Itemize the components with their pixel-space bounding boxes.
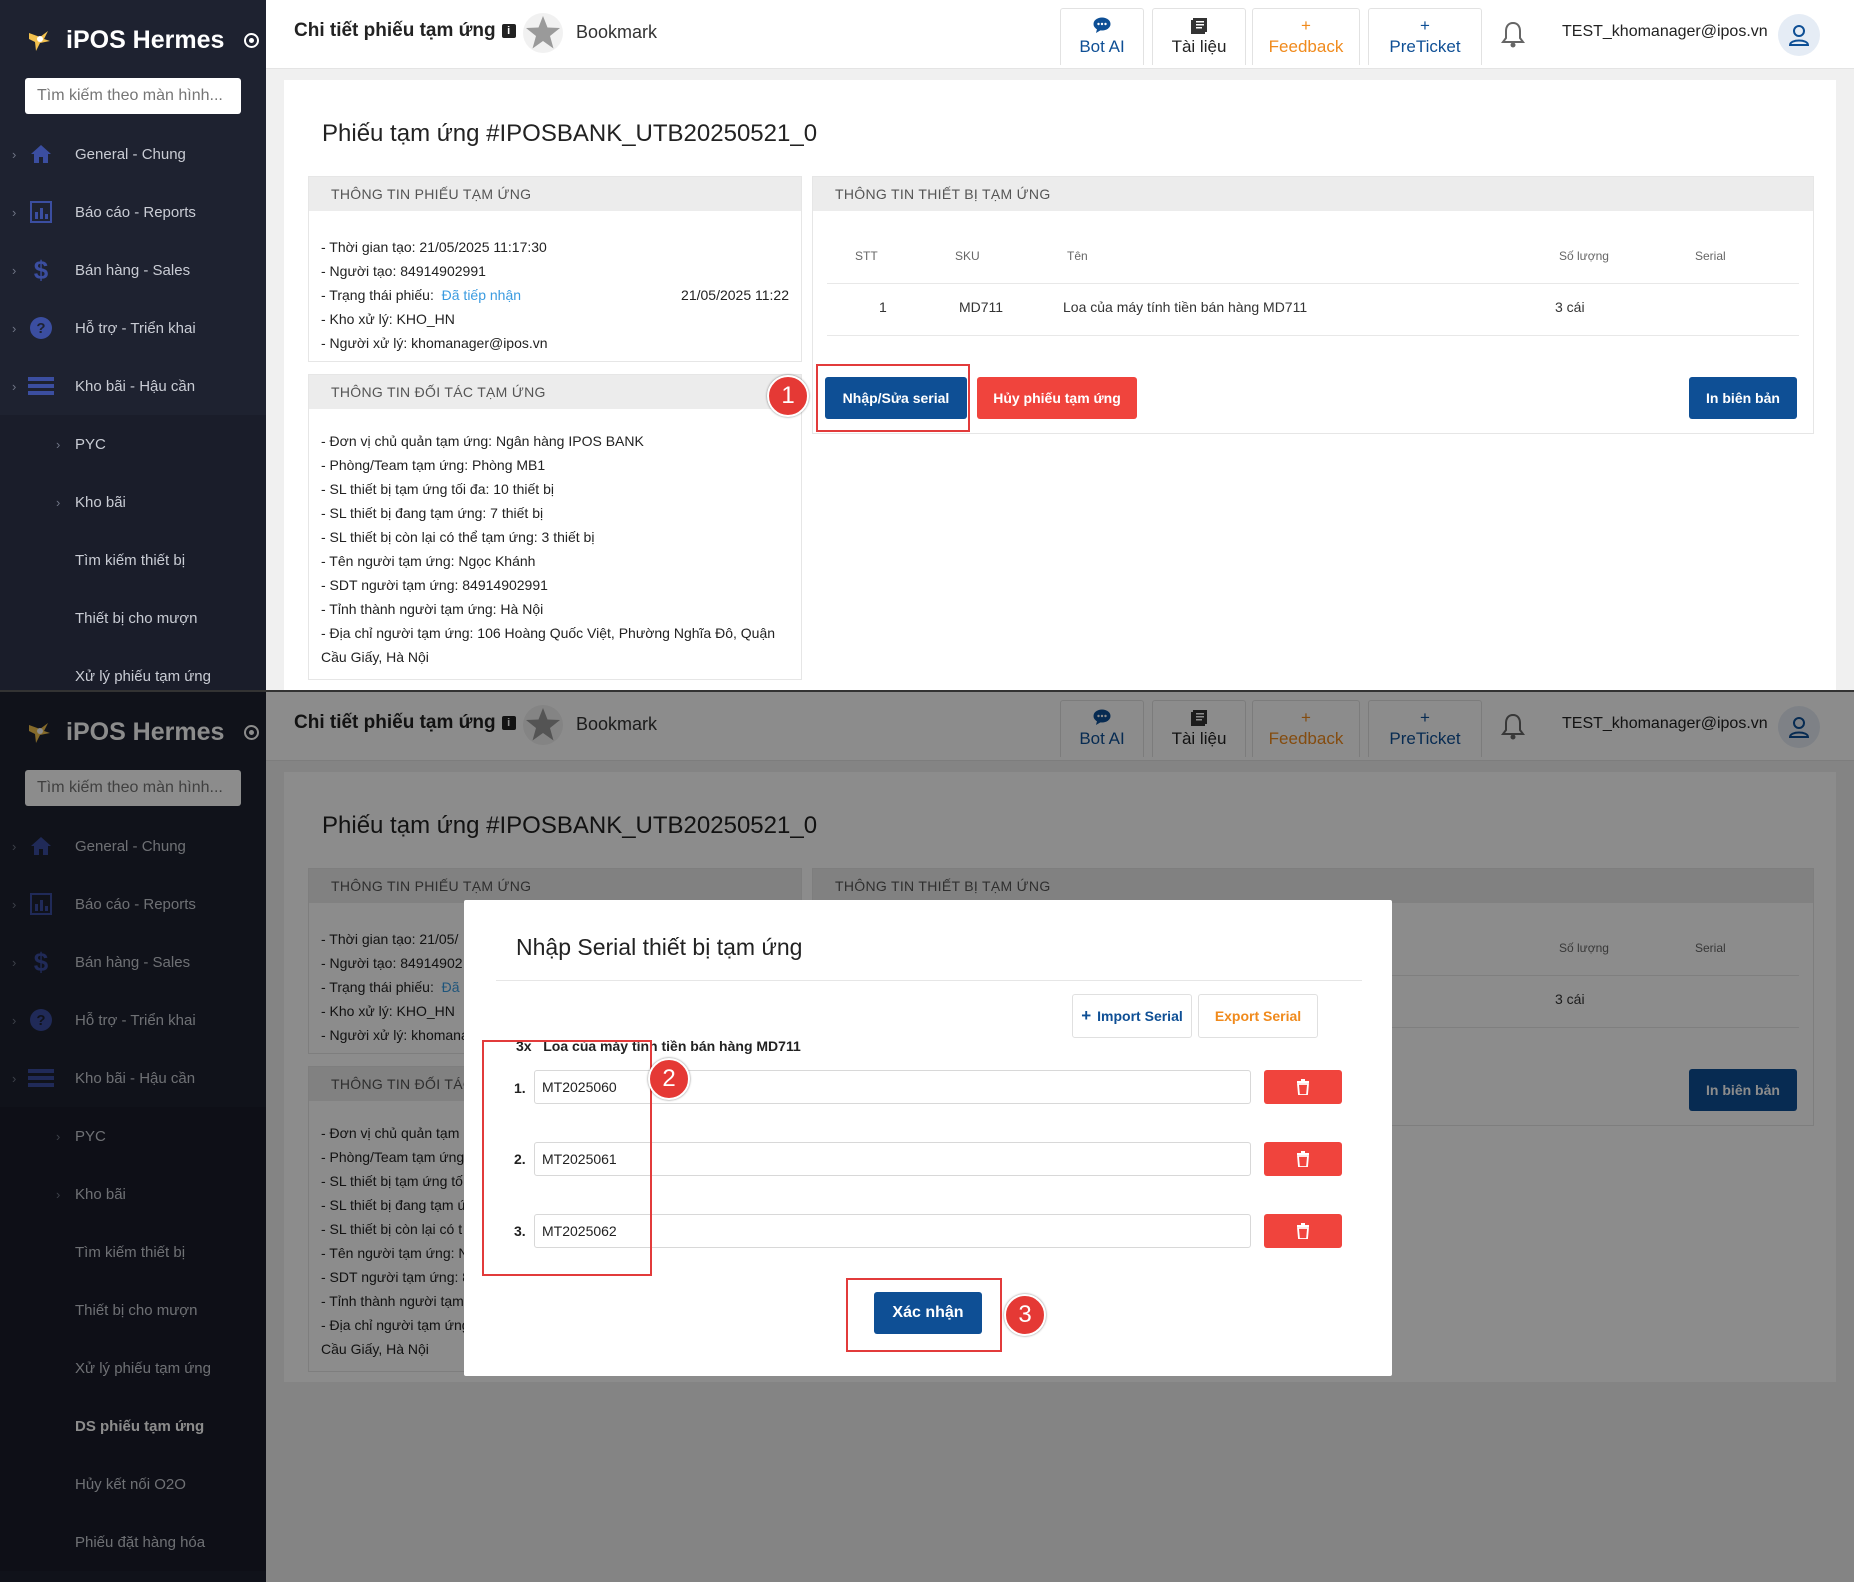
plus-icon: +: [1420, 16, 1430, 35]
screenshot-serial-modal: iPOS Hermes ›General - Chung ›Báo cáo - …: [0, 690, 1854, 1582]
advance-info-body: - Thời gian tạo: 21/05/2025 11:17:30 - N…: [321, 239, 789, 351]
plus-icon: +: [1081, 1006, 1092, 1025]
delete-serial-2-button[interactable]: [1264, 1142, 1342, 1176]
serial-input-1[interactable]: [534, 1070, 1251, 1104]
chevron-right-icon: ›: [56, 436, 61, 452]
user-icon: [1788, 25, 1810, 46]
sidebar-search-input[interactable]: [25, 78, 241, 114]
step-badge-1: 1: [767, 375, 809, 417]
serial-index: 3.: [514, 1223, 526, 1239]
step-badge-2: 2: [648, 1058, 690, 1100]
preticket-button[interactable]: + PreTicket: [1368, 8, 1482, 65]
submenu-item-process-advance[interactable]: Xử lý phiếu tạm ứng: [0, 647, 266, 690]
svg-text:?: ?: [36, 320, 45, 337]
help-icon: ?: [28, 315, 54, 341]
serial-modal: Nhập Serial thiết bị tạm ứng + Import Ser…: [464, 900, 1392, 1376]
top-header: Chi tiết phiếu tạm ứng i Bookmark Bot AI …: [266, 0, 1854, 69]
brand[interactable]: iPOS Hermes: [26, 22, 260, 58]
confirm-button[interactable]: Xác nhận: [874, 1292, 982, 1334]
hermes-logo-icon: [29, 31, 50, 51]
home-icon: [28, 141, 54, 167]
menu-item-sales[interactable]: › $ Bán hàng - Sales: [0, 241, 266, 299]
screenshot-detail: iPOS Hermes ›General - Chung ›Báo cáo - …: [0, 0, 1854, 690]
cancel-advance-button[interactable]: Hủy phiếu tạm ứng: [977, 377, 1137, 419]
document-icon: [1190, 17, 1208, 37]
bell-icon[interactable]: [1500, 20, 1526, 48]
export-serial-button[interactable]: Export Serial: [1198, 994, 1318, 1038]
warehouse-icon: [28, 373, 54, 399]
docs-button[interactable]: Tài liệu: [1152, 8, 1246, 65]
chevron-right-icon: ›: [12, 262, 17, 278]
chevron-down-icon: ›: [12, 378, 17, 394]
trash-icon: [1297, 1151, 1309, 1167]
print-report-button[interactable]: In biên bản: [1689, 377, 1797, 419]
advance-info-header: THÔNG TIN PHIẾU TẠM ỨNG: [309, 177, 801, 211]
content-card: Phiếu tạm ứng #IPOSBANK_UTB20250521_0 TH…: [284, 80, 1836, 690]
menu-item-warehouse[interactable]: › Kho bãi - Hậu cần: [0, 357, 266, 415]
page-header-title: Chi tiết phiếu tạm ứng i: [294, 20, 516, 42]
trash-icon: [1297, 1223, 1309, 1239]
modal-divider: [496, 980, 1362, 981]
sidebar-menu: › General - Chung › Báo cáo - Reports › $ Bá…: [0, 125, 266, 690]
submenu-item-kho-bai[interactable]: › Kho bãi: [0, 473, 266, 531]
partner-info-header: THÔNG TIN ĐỐI TÁC TẠM ỨNG: [309, 375, 801, 409]
chevron-right-icon: ›: [12, 204, 17, 220]
partner-info-body: - Đơn vị chủ quản tạm ứng: Ngân hàng IPO…: [321, 433, 776, 665]
modal-title: Nhập Serial thiết bị tạm ứng: [516, 934, 803, 960]
avatar[interactable]: [1778, 14, 1820, 56]
submenu-item-pyc[interactable]: › PYC: [0, 415, 266, 473]
device-table-head: STT SKU Tên Số lượng Serial: [827, 227, 1799, 284]
device-group-label: 3x Loa của máy tính tiền bán hàng MD711: [516, 1038, 801, 1054]
status-badge: Đã tiếp nhận: [441, 287, 522, 303]
bot-ai-button[interactable]: Bot AI: [1060, 8, 1144, 65]
menu-item-support[interactable]: ›? Hỗ trợ - Triển khai: [0, 299, 266, 357]
chevron-right-icon: ›: [12, 320, 17, 336]
import-serial-button[interactable]: + Import Serial: [1072, 994, 1192, 1038]
radio-icon[interactable]: [244, 32, 260, 48]
serial-index: 1.: [514, 1080, 526, 1096]
trash-icon: [1297, 1079, 1309, 1095]
user-email[interactable]: TEST_khomanager@ipos.vn: [1562, 23, 1768, 41]
submenu-item-search-device[interactable]: Tìm kiếm thiết bị: [0, 531, 266, 589]
page-title: Phiếu tạm ứng #IPOSBANK_UTB20250521_0: [322, 120, 818, 147]
edit-serial-button[interactable]: Nhập/Sửa serial: [825, 377, 967, 419]
sidebar: iPOS Hermes ›General - Chung ›Báo cáo - …: [0, 0, 266, 690]
menu-item-reports[interactable]: › Báo cáo - Reports: [0, 183, 266, 241]
chevron-right-icon: ›: [56, 494, 61, 510]
serial-input-2[interactable]: [534, 1142, 1251, 1176]
serial-input-3[interactable]: [534, 1214, 1251, 1248]
delete-serial-1-button[interactable]: [1264, 1070, 1342, 1104]
device-info-header: THÔNG TIN THIẾT BỊ TẠM ỨNG: [813, 177, 1813, 211]
status-row: - Trạng thái phiếu: Đã tiếp nhận 21/05/20…: [321, 283, 789, 307]
submenu-item-lent-devices[interactable]: Thiết bị cho mượn: [0, 589, 266, 647]
chevron-right-icon: ›: [12, 146, 17, 162]
menu-item-general[interactable]: › General - Chung: [0, 125, 266, 183]
step-badge-3: 3: [1004, 1294, 1046, 1336]
serial-index: 2.: [514, 1151, 526, 1167]
chat-icon: [1093, 17, 1111, 37]
bookmark-star-icon[interactable]: [522, 12, 564, 54]
dollar-icon: $: [33, 254, 49, 285]
plus-icon: +: [1301, 16, 1311, 35]
delete-serial-3-button[interactable]: [1264, 1214, 1342, 1248]
feedback-button[interactable]: + Feedback: [1252, 8, 1360, 65]
partner-info-panel: THÔNG TIN ĐỐI TÁC TẠM ỨNG - Đơn vị chủ q…: [308, 374, 802, 680]
bookmark-label[interactable]: Bookmark: [576, 22, 657, 43]
report-icon: [28, 199, 54, 225]
app-name: iPOS Hermes: [66, 25, 225, 54]
submenu-warehouse: › PYC › Kho bãi Tìm kiếm thiết bị Thiết bị…: [0, 415, 266, 690]
advance-info-panel: THÔNG TIN PHIẾU TẠM ỨNG - Thời gian tạo:…: [308, 176, 802, 362]
info-icon[interactable]: i: [501, 24, 516, 38]
table-row: 1 MD711 Loa của máy tính tiền bán hàng M…: [827, 285, 1799, 336]
